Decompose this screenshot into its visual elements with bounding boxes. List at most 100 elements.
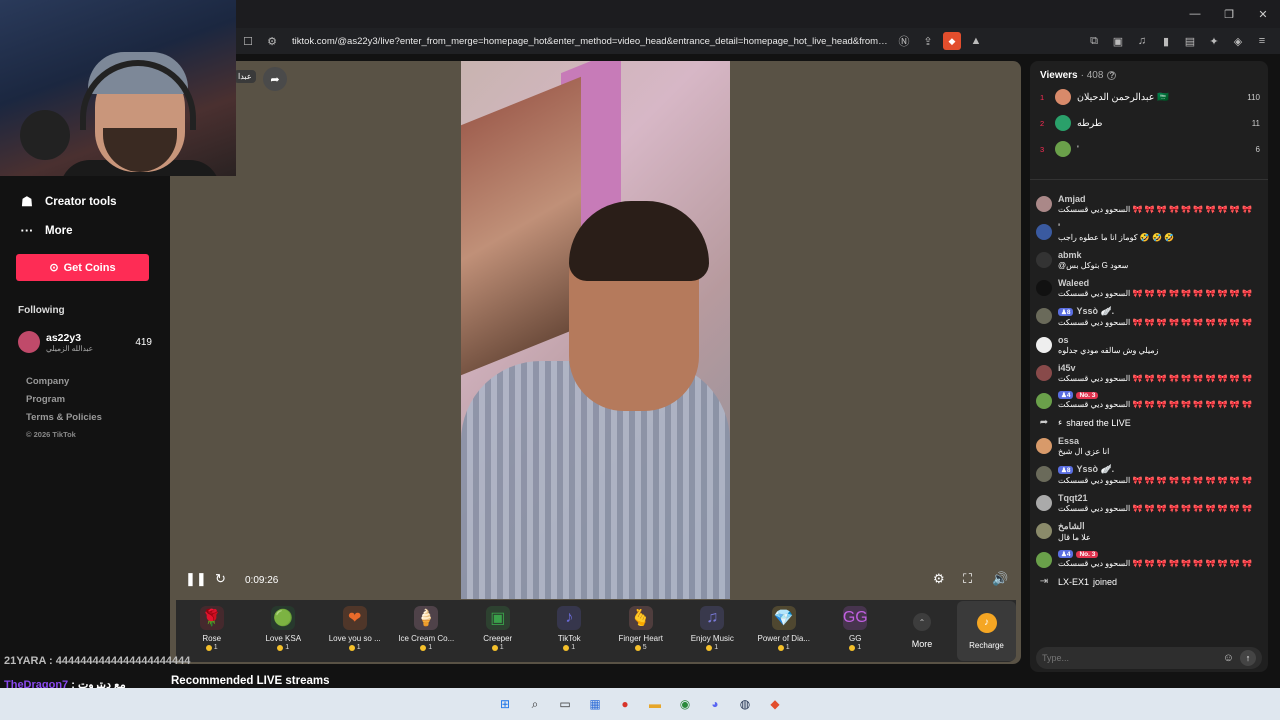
gift-item[interactable]: ♪ TikTok 1 (534, 600, 606, 662)
chat-username: ♟4 No. 3 (1058, 550, 1252, 558)
coin-icon (706, 644, 713, 651)
chat-message[interactable]: Essa انا عزي ال شيخ (1036, 436, 1262, 456)
live-video[interactable] (461, 61, 730, 599)
reader-mode-icon[interactable]: Ⓝ (895, 32, 913, 50)
host-name-tag[interactable]: عبدا (234, 70, 256, 83)
nav-creator-tools[interactable]: ☗ Creator tools (18, 194, 117, 210)
chevron-up-icon: ⌃ (913, 613, 931, 631)
nav-more[interactable]: ··· More (18, 223, 73, 238)
chat-text: السحوو ديي قسسكت 🎀 🎀 🎀 🎀 🎀 🎀 🎀 🎀 🎀 🎀 (1058, 374, 1253, 383)
gift-item[interactable]: 🍦 Ice Cream Co... 1 (391, 600, 463, 662)
extensions-icon[interactable]: ⧉ (1085, 32, 1103, 50)
wallet-icon[interactable]: ▤ (1181, 32, 1199, 50)
screenshot-icon[interactable]: ▣ (1109, 32, 1127, 50)
chat-message[interactable]: Waleed السحوو ديي قسسكت 🎀 🎀 🎀 🎀 🎀 🎀 🎀 🎀 … (1036, 278, 1262, 298)
coin-icon (277, 644, 284, 651)
close-button[interactable]: ✕ (1246, 0, 1280, 28)
folder-icon[interactable]: ▬ (644, 693, 666, 715)
top-viewer-row[interactable]: 1 عبدالرحمن الدحيلان 🇸🇦 110 (1040, 87, 1260, 107)
chat-message[interactable]: os زميلي وش سالفه مودي جدلوه (1036, 335, 1262, 355)
chat-input[interactable] (1042, 653, 1223, 663)
avatar (1036, 308, 1052, 324)
chat-message[interactable]: الشامخ علا ما قال (1036, 521, 1262, 542)
rank-badge: No. 3 (1076, 550, 1099, 558)
bookmark-icon[interactable]: ☐ (239, 32, 257, 50)
viewers-label: Viewers (1040, 70, 1078, 81)
fullscreen-icon[interactable]: ⛶ (963, 571, 972, 587)
share-page-icon[interactable]: ⇪ (919, 32, 937, 50)
following-account[interactable]: as22y3 عبدالله الزميلي 419 (18, 329, 152, 355)
minimize-button[interactable]: — (1178, 0, 1212, 28)
gift-item[interactable]: 🟢 Love KSA 1 (248, 600, 320, 662)
task-view-icon[interactable]: ▭ (554, 693, 576, 715)
chat-message[interactable]: i45v السحوو ديي قسسكت 🎀 🎀 🎀 🎀 🎀 🎀 🎀 🎀 🎀 … (1036, 363, 1262, 383)
gift-icon: ♫ (700, 606, 725, 630)
obs-icon[interactable]: ● (614, 693, 636, 715)
brave-rewards-icon[interactable]: ▲ (967, 32, 985, 50)
coin-icon (563, 644, 570, 651)
gift-item[interactable]: 💎 Power of Dia... 1 (748, 600, 820, 662)
gift-item[interactable]: 🌹 Rose 1 (176, 600, 248, 662)
gift-item[interactable]: ▣ Creeper 1 (462, 600, 534, 662)
refresh-icon[interactable]: ↻ (215, 571, 226, 587)
footer-program[interactable]: Program (26, 394, 102, 405)
steam-icon[interactable]: ◍ (734, 693, 756, 715)
brave-icon[interactable]: ◆ (764, 693, 786, 715)
top-viewer-row[interactable]: 2 طرطه 11 (1040, 113, 1260, 133)
taskbar: ⊞ ⌕ ▭ ▦ ● ▬ ◉ ◕ ◍ ◆ (0, 688, 1280, 720)
chat-message[interactable]: Amjad السحوو ديي قسسكت 🎀 🎀 🎀 🎀 🎀 🎀 🎀 🎀 🎀… (1036, 194, 1262, 214)
chat-message[interactable]: ' كوماز انا ما عطوه راجب 🤣 🤣 🤣 (1036, 222, 1262, 242)
chat-message[interactable]: ♟8 Yssò 🪽. السحوو ديي قسسكت 🎀 🎀 🎀 🎀 🎀 🎀 🎀… (1036, 464, 1262, 485)
get-coins-button[interactable]: ⊙ Get Coins (16, 254, 149, 281)
chat-message[interactable]: Tqqt21 السحوو ديي قسسكت 🎀 🎀 🎀 🎀 🎀 🎀 🎀 🎀 … (1036, 493, 1262, 513)
chat-message[interactable]: abmk @بتوكل بس G سعود (1036, 250, 1262, 270)
chat-message[interactable]: ♟4 No. 3 السحوو ديي قسسكت 🎀 🎀 🎀 🎀 🎀 🎀 🎀 🎀… (1036, 550, 1262, 568)
volume-icon[interactable]: 🔊 (992, 571, 1008, 587)
gift-icon: ♪ (557, 606, 582, 630)
emoji-icon[interactable]: ☺ (1223, 652, 1234, 664)
vpn-icon[interactable]: ◈ (1229, 32, 1247, 50)
search-icon[interactable]: ⌕ (524, 693, 546, 715)
menu-icon[interactable]: ≡ (1253, 32, 1271, 50)
divider (1030, 179, 1268, 180)
leo-ai-icon[interactable]: ✦ (1205, 32, 1223, 50)
more-gifts-button[interactable]: ⌃ More (891, 600, 953, 662)
sidebar-icon[interactable]: ▮ (1157, 32, 1175, 50)
settings-icon[interactable]: ⚙ (933, 571, 945, 587)
discord-icon[interactable]: ◕ (704, 693, 726, 715)
chrome-icon[interactable]: ◉ (674, 693, 696, 715)
avatar (1055, 115, 1071, 131)
live-stage: عبدا ➦ ❚❚ ↻ 0:09:26 ⚙ ⛶ 🔊 (170, 61, 1021, 664)
chat-username: ' (1058, 222, 1061, 232)
coin-icon: ♪ (976, 612, 997, 633)
footer-company[interactable]: Company (26, 376, 102, 387)
site-settings-icon[interactable]: ⚙ (263, 32, 281, 50)
footer-terms[interactable]: Terms & Policies (26, 412, 102, 423)
info-icon[interactable]: ? (1107, 71, 1117, 80)
chat-message[interactable]: ♟8 Yssò 🪽. السحوو ديي قسسكت 🎀 🎀 🎀 🎀 🎀 🎀 🎀… (1036, 306, 1262, 327)
avatar (1055, 141, 1071, 157)
media-icon[interactable]: ♫ (1133, 32, 1151, 50)
pause-icon[interactable]: ❚❚ (185, 571, 207, 587)
gift-item[interactable]: 🫰 Finger Heart 5 (605, 600, 677, 662)
creator-tools-label: Creator tools (45, 196, 117, 208)
store-icon[interactable]: ▦ (584, 693, 606, 715)
recharge-button[interactable]: ♪ Recharge (957, 601, 1016, 661)
chat-username: Waleed (1058, 278, 1090, 288)
gift-item[interactable]: ❤ Love you so ... 1 (319, 600, 391, 662)
gift-name: Love KSA (265, 634, 302, 643)
restore-button[interactable]: ❐ (1212, 0, 1246, 28)
send-icon[interactable]: ↑ (1240, 650, 1256, 666)
viewers-header[interactable]: Viewers · 408 ? (1040, 70, 1117, 81)
brave-shields-icon[interactable]: ◆ (943, 32, 961, 50)
url-field[interactable]: tiktok.com/@as22y3/live?enter_from_merge… (292, 36, 892, 47)
gift-item[interactable]: ♫ Enjoy Music 1 (677, 600, 749, 662)
top-viewer-row[interactable]: 3 ' 6 (1040, 139, 1260, 159)
share-icon[interactable]: ➦ (263, 67, 287, 91)
viewers-count: · 408 (1080, 70, 1104, 81)
start-icon[interactable]: ⊞ (494, 693, 516, 715)
coin-icon (491, 644, 498, 651)
gift-bar: 🌹 Rose 1 🟢 Love KSA 1 ❤ Love you so ... 1 🍦… (176, 600, 1016, 662)
chat-message[interactable]: ♟4 No. 3 السحوو ديي قسسكت 🎀 🎀 🎀 🎀 🎀 🎀 🎀 🎀… (1036, 391, 1262, 409)
gift-item[interactable]: GG GG 1 (820, 600, 892, 662)
